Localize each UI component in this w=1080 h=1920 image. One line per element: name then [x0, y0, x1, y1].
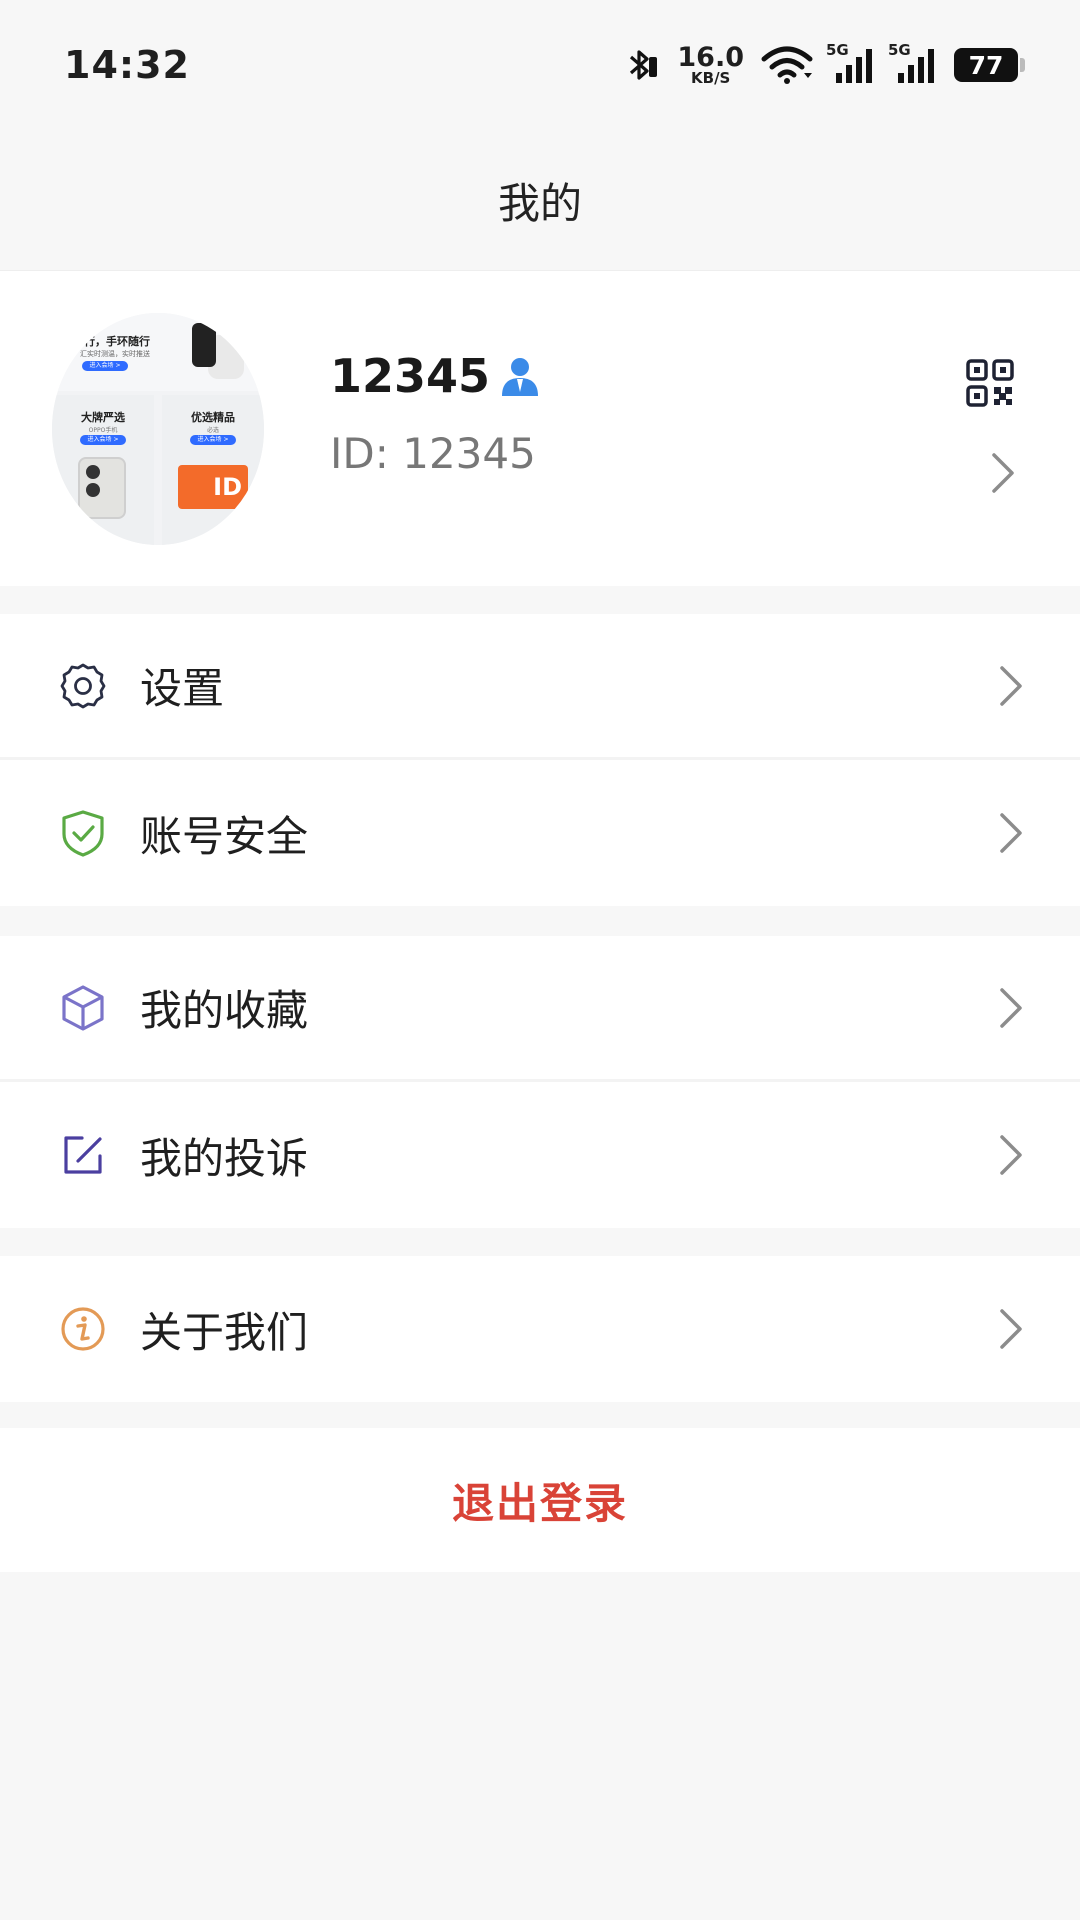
- phone-image: [78, 457, 126, 519]
- edit-icon: [64, 1136, 102, 1174]
- logout-label: 退出登录: [451, 1478, 628, 1528]
- avatar-top-subtitle: 汇实时测温，实时推送: [80, 350, 150, 358]
- menu-item-about-us[interactable]: 关于我们: [0, 1256, 1080, 1402]
- menu-label-settings: 设置: [140, 664, 225, 713]
- qr-code-icon[interactable]: [966, 359, 1014, 407]
- shield-check-icon: [62, 810, 104, 857]
- avatar-right-subtitle: 必选: [206, 427, 219, 434]
- username: 12345: [330, 349, 542, 403]
- bluetooth-icon: [630, 50, 658, 80]
- id-card-image: ID: [178, 465, 248, 509]
- menu-group-about: 关于我们: [0, 1256, 1080, 1402]
- profile-card[interactable]: 行，手环随行 汇实时测温，实时推送 进入会场 > 大牌严选 OPPO手机 进入会…: [0, 270, 1080, 586]
- chevron-right-icon: [1000, 1135, 1022, 1175]
- avatar[interactable]: 行，手环随行 汇实时测温，实时推送 进入会场 > 大牌严选 OPPO手机 进入会…: [52, 313, 264, 545]
- avatar-banner-top: 行，手环随行 汇实时测温，实时推送 进入会场 >: [52, 313, 264, 391]
- chevron-right-icon: [1000, 987, 1022, 1028]
- avatar-left-title: 大牌严选: [81, 411, 125, 424]
- avatar-top-title: 行，手环随行: [84, 335, 150, 348]
- menu-item-settings[interactable]: 设置: [0, 614, 1080, 760]
- status-bar: 14:32 16.0 KB/S 5G 5G 77: [0, 0, 1080, 130]
- menu-item-complaints[interactable]: 我的投诉: [0, 1082, 1080, 1228]
- network-speed-value: 16.0: [677, 42, 744, 73]
- chevron-right-icon: [1000, 665, 1022, 706]
- user-id: ID: 12345: [330, 429, 536, 478]
- cellular-signal-1: 5G: [826, 41, 876, 85]
- battery-indicator: 77: [954, 48, 1025, 82]
- clock: 14:32: [64, 43, 190, 87]
- menu-item-account-security[interactable]: 账号安全: [0, 760, 1080, 906]
- gear-icon: [60, 663, 106, 708]
- status-icons: 16.0 KB/S 5G 5G 77: [621, 41, 1025, 86]
- avatar-left-subtitle: OPPO手机: [88, 427, 118, 434]
- menu-label-about-us: 关于我们: [140, 1307, 309, 1357]
- username-text: 12345: [330, 349, 491, 403]
- avatar-panel-left: 大牌严选 OPPO手机 进入会场 >: [52, 395, 154, 545]
- menu-group-settings: 设置 账号安全: [0, 614, 1080, 906]
- smart-band-screen: [192, 323, 216, 367]
- cellular-signal-2: 5G: [888, 41, 938, 85]
- signal-2-tag: 5G: [888, 41, 911, 59]
- wifi-icon: [761, 46, 813, 84]
- network-speed-unit: KB/S: [691, 69, 731, 87]
- info-icon: [61, 1307, 105, 1351]
- menu-label-favorites: 我的收藏: [140, 986, 309, 1035]
- cube-icon: [62, 984, 104, 1031]
- avatar-panel-right: 优选精品 必选 进入会场 > ID: [162, 395, 264, 545]
- menu-label-account-security: 账号安全: [140, 811, 309, 861]
- chevron-right-icon: [1000, 813, 1022, 853]
- chevron-right-icon: [1000, 1309, 1022, 1349]
- logout-button[interactable]: 退出登录: [0, 1428, 1080, 1572]
- user-badge-icon: [502, 358, 539, 396]
- chevron-right-icon[interactable]: [990, 451, 1016, 495]
- menu-label-complaints: 我的投诉: [140, 1133, 309, 1183]
- avatar-right-title: 优选精品: [191, 411, 235, 424]
- avatar-right-pill: 进入会场 >: [190, 435, 236, 445]
- page-title: 我的: [497, 178, 582, 228]
- menu-item-favorites[interactable]: 我的收藏: [0, 936, 1080, 1082]
- menu-group-personal: 我的收藏 我的投诉: [0, 936, 1080, 1228]
- avatar-left-pill: 进入会场 >: [80, 435, 126, 445]
- signal-1-tag: 5G: [826, 41, 849, 59]
- network-speed: 16.0 KB/S: [677, 44, 744, 86]
- avatar-top-pill: 进入会场 >: [82, 361, 128, 371]
